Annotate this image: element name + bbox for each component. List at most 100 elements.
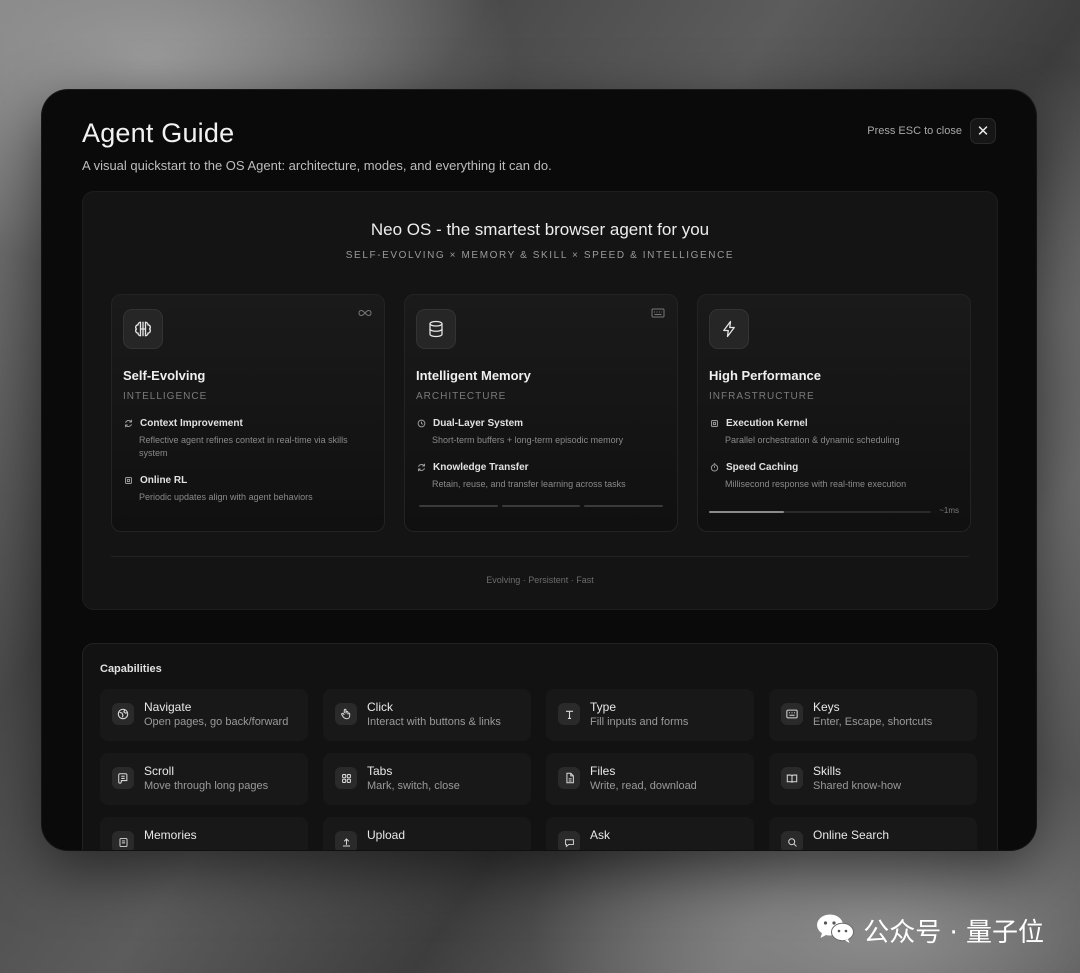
feature-title: Execution Kernel — [726, 418, 808, 429]
capability-scroll[interactable]: Scroll Move through long pages — [100, 753, 308, 805]
clock-icon — [416, 419, 426, 429]
brain-icon — [123, 309, 163, 349]
feature-title: Online RL — [140, 475, 188, 486]
modal-subtitle: A visual quickstart to the OS Agent: arc… — [82, 158, 552, 173]
cpu-icon — [709, 419, 719, 429]
feature-item: Speed Caching Millisecond response with … — [709, 462, 959, 491]
note-icon — [112, 831, 134, 850]
capability-tabs[interactable]: Tabs Mark, switch, close — [323, 753, 531, 805]
capability-desc: Enter, Escape, shortcuts — [813, 716, 933, 728]
capability-name: Tabs — [367, 764, 393, 778]
capability-desc: Fill inputs and forms — [590, 716, 689, 728]
chat-icon — [558, 831, 580, 850]
scroll-icon — [112, 767, 134, 789]
close-button[interactable]: ✕ — [970, 118, 996, 144]
modal-title: Agent Guide — [82, 118, 235, 148]
pillar-name: Intelligent Memory — [416, 368, 531, 383]
capability-skills[interactable]: Skills Shared know-how — [769, 753, 977, 805]
capability-name: Type — [590, 700, 617, 714]
pillar-name: Self-Evolving — [123, 368, 206, 383]
capability-desc: Interact with buttons & links — [367, 716, 501, 728]
feature-title: Dual-Layer System — [433, 418, 524, 429]
feature-item: Dual-Layer System Short-term buffers + l… — [416, 418, 666, 447]
feature-item: Context Improvement Reflective agent ref… — [123, 418, 373, 460]
upload-icon — [335, 831, 357, 850]
timer-icon — [709, 463, 719, 473]
feature-desc: Parallel orchestration & dynamic schedul… — [725, 435, 900, 445]
capability-files[interactable]: Files Write, read, download — [546, 753, 754, 805]
capability-desc: Move through long pages — [144, 780, 269, 792]
capability-desc: Write, read, download — [590, 780, 697, 792]
pillar-category: INFRASTRUCTURE — [709, 391, 815, 402]
capability-name: Click — [367, 700, 393, 714]
globe-icon — [112, 703, 134, 725]
lightning-icon — [709, 309, 749, 349]
search-icon — [781, 831, 803, 850]
pillar-name: High Performance — [709, 368, 821, 383]
feature-item: Execution Kernel Parallel orchestration … — [709, 418, 959, 447]
pillar-category: ARCHITECTURE — [416, 391, 507, 402]
pillar-intelligent-memory: Intelligent Memory ARCHITECTURE Dual-Lay… — [404, 294, 678, 532]
cpu-icon — [123, 476, 133, 486]
capabilities-panel: Capabilities Navigate Open pages, go bac… — [82, 643, 998, 850]
capability-name: Scroll — [144, 764, 175, 778]
capability-name: Online Search — [813, 828, 890, 842]
close-icon: ✕ — [976, 123, 990, 140]
wechat-icon — [815, 912, 855, 949]
watermark-text: 公众号 · 量子位 — [863, 918, 1044, 948]
feature-item: Online RL Periodic updates align with ag… — [123, 475, 373, 504]
feature-title: Context Improvement — [140, 418, 243, 429]
capability-upload[interactable]: Upload — [323, 817, 531, 850]
capability-desc: Open pages, go back/forward — [144, 716, 289, 728]
capability-name: Files — [590, 764, 616, 778]
capability-online-search[interactable]: Online Search — [769, 817, 977, 850]
capability-ask[interactable]: Ask — [546, 817, 754, 850]
memory-bar — [584, 505, 664, 507]
feature-desc: Reflective agent refines context in real… — [139, 435, 348, 458]
latency-progress — [709, 511, 931, 513]
grid-icon — [335, 767, 357, 789]
capability-name: Memories — [144, 828, 197, 842]
feature-desc: Millisecond response with real-time exec… — [725, 479, 907, 489]
book-icon — [781, 767, 803, 789]
capability-name: Skills — [813, 764, 842, 778]
esc-hint: Press ESC to close — [867, 125, 962, 137]
capability-type[interactable]: Type Fill inputs and forms — [546, 689, 754, 741]
capability-name: Navigate — [144, 700, 192, 714]
keyboard-icon — [781, 703, 803, 725]
pillar-self-evolving: Self-Evolving INTELLIGENCE Context Impro… — [111, 294, 385, 532]
feature-title: Knowledge Transfer — [433, 462, 529, 473]
memory-bar — [501, 505, 581, 507]
capability-desc: Mark, switch, close — [367, 780, 460, 792]
memory-bars — [419, 505, 664, 508]
hero-tagline: SELF-EVOLVING × MEMORY & SKILL × SPEED &… — [345, 250, 735, 261]
hero-footer: Evolving · Persistent · Fast — [486, 575, 594, 585]
file-icon — [558, 767, 580, 789]
latency-label: ~1ms — [939, 506, 959, 515]
feature-desc: Periodic updates align with agent behavi… — [139, 492, 313, 502]
refresh-icon — [416, 463, 426, 473]
memory-bar — [419, 505, 498, 507]
infinity-icon — [357, 307, 373, 319]
feature-title: Speed Caching — [726, 462, 799, 473]
watermark: 公众号 · 量子位 — [815, 912, 1044, 949]
pillar-high-performance: High Performance INFRASTRUCTURE Executio… — [697, 294, 971, 532]
database-icon — [416, 309, 456, 349]
capabilities-title: Capabilities — [100, 663, 162, 675]
keyboard-icon — [650, 307, 666, 319]
text-icon — [558, 703, 580, 725]
capability-click[interactable]: Click Interact with buttons & links — [323, 689, 531, 741]
capability-name: Ask — [590, 828, 611, 842]
capability-desc: Shared know-how — [813, 780, 902, 792]
feature-desc: Retain, reuse, and transfer learning acr… — [432, 479, 626, 489]
capability-keys[interactable]: Keys Enter, Escape, shortcuts — [769, 689, 977, 741]
capability-name: Upload — [367, 828, 406, 842]
capability-memories[interactable]: Memories — [100, 817, 308, 850]
agent-guide-modal: Agent Guide A visual quickstart to the O… — [42, 90, 1036, 850]
pointer-icon — [335, 703, 357, 725]
hero-panel: Neo OS - the smartest browser agent for … — [82, 191, 998, 610]
capability-navigate[interactable]: Navigate Open pages, go back/forward — [100, 689, 308, 741]
pillar-category: INTELLIGENCE — [123, 391, 208, 402]
feature-item: Knowledge Transfer Retain, reuse, and tr… — [416, 462, 666, 491]
latency-progress-fill — [709, 511, 785, 513]
